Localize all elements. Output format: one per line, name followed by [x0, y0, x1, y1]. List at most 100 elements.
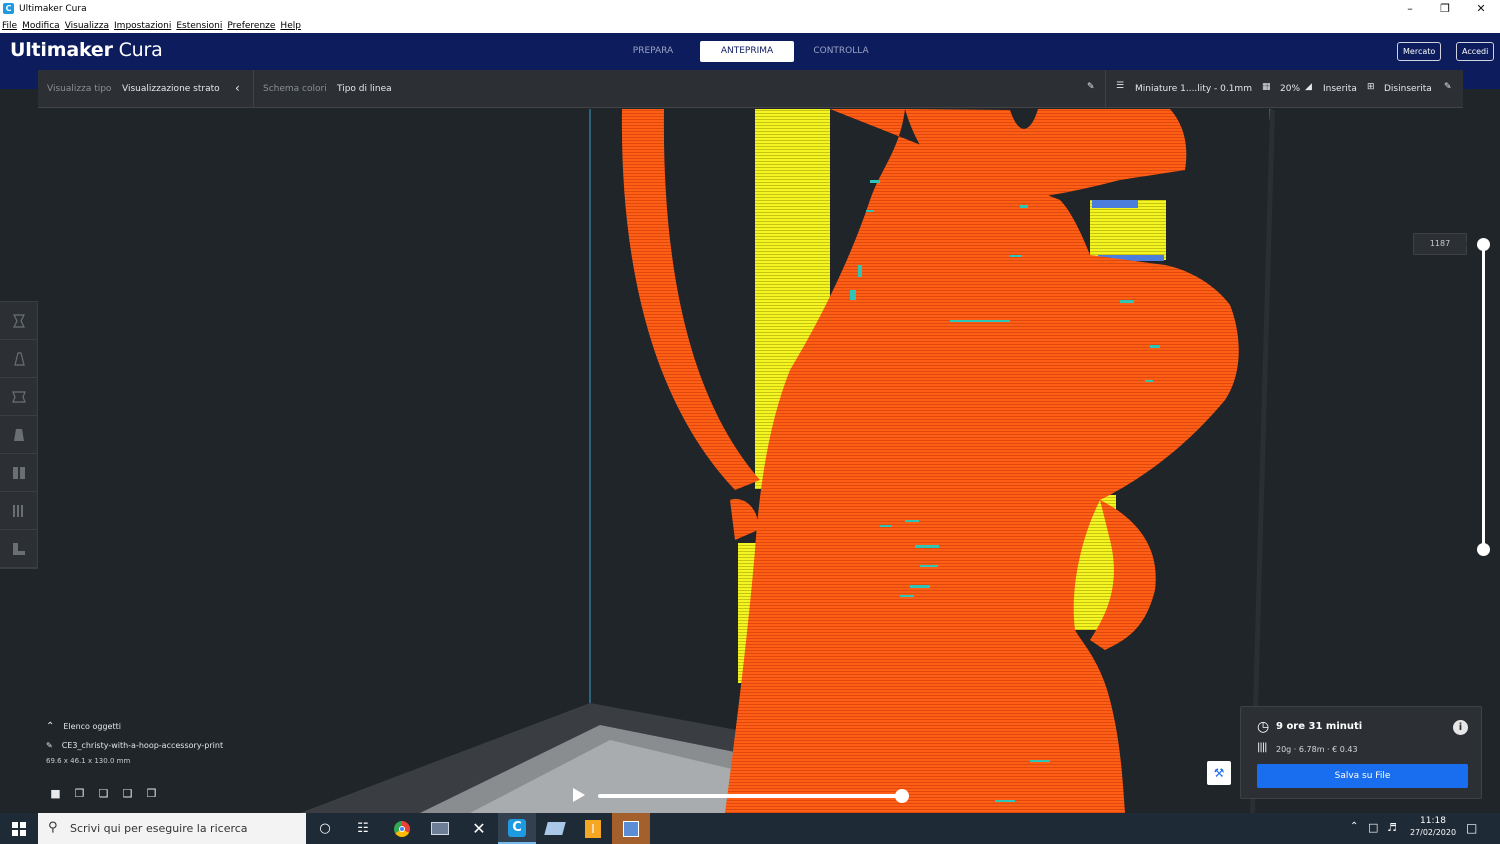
profile-icon: ☰ — [1116, 81, 1125, 91]
color-scheme-dropdown[interactable]: Tipo di linea — [337, 84, 392, 94]
tab-anteprima[interactable]: ANTEPRIMA — [700, 41, 794, 62]
cura-app-icon: C — [3, 3, 14, 14]
view-top-icon[interactable]: ❏ — [96, 786, 111, 801]
view-left-icon[interactable]: ❑ — [120, 786, 135, 801]
object-list: ⌃ Elenco oggetti ✎ CE3_christy-with-a-ho… — [46, 721, 223, 765]
mirror-tool-icon[interactable] — [0, 416, 37, 454]
clock-time: 11:18 — [1420, 816, 1446, 826]
object-dimensions: 69.6 x 46.1 x 130.0 mm — [46, 757, 131, 765]
windows-taskbar: ⚲ Scrivi qui per eseguire la ricerca ○ ☷… — [0, 813, 1500, 844]
minimize-button[interactable]: – — [1392, 0, 1428, 18]
play-icon[interactable] — [573, 788, 585, 802]
menu-bar: File Modifica Visualizza Impostazioni Es… — [0, 18, 1500, 33]
pencil-icon[interactable]: ✎ — [1444, 82, 1452, 92]
print-time: 9 ore 31 minuti — [1276, 721, 1363, 732]
object-name-row[interactable]: ✎ CE3_christy-with-a-hoop-accessory-prin… — [46, 741, 223, 750]
adhesion-value[interactable]: Disinserita — [1384, 84, 1432, 94]
object-name: CE3_christy-with-a-hoop-accessory-print — [61, 741, 224, 750]
support-icon: ◢ — [1305, 82, 1312, 92]
task-view-icon[interactable]: ☷ — [344, 813, 382, 844]
print-profile-label[interactable]: Miniature 1....lity - 0.1mm — [1135, 84, 1252, 94]
volume-icon[interactable]: ♬ — [1387, 821, 1397, 844]
view-front-icon[interactable]: ❐ — [72, 786, 87, 801]
view-type-label: Visualizza tipo — [47, 84, 112, 94]
path-slider-track[interactable] — [598, 794, 902, 798]
current-layer-label: 1187 — [1413, 233, 1468, 255]
ultimaker-cura-logo: Ultimaker Cura — [10, 39, 163, 61]
marketplace-button[interactable]: Mercato — [1397, 42, 1442, 61]
taskbar-clock[interactable]: 11:18 27/02/2020 — [1408, 813, 1458, 844]
cortana-icon[interactable]: ○ — [306, 813, 344, 844]
cura-taskbar-icon[interactable]: C — [498, 813, 536, 844]
layer-slider-bottom-handle[interactable] — [1477, 543, 1490, 556]
material-usage: 20g · 6.78m · € 0.43 — [1276, 745, 1358, 754]
adhesion-icon: ⊞ — [1367, 82, 1375, 92]
tray-chevron-icon[interactable]: ⌃ — [1350, 821, 1358, 844]
taskbar-search-box[interactable]: ⚲ Scrivi qui per eseguire la ricerca — [38, 813, 306, 844]
menu-modifica[interactable]: Modifica — [22, 21, 60, 31]
layer-view-viewport[interactable] — [0, 89, 1500, 813]
view-3d-icon[interactable]: ■ — [48, 786, 63, 801]
pencil-icon[interactable]: ✎ — [1087, 82, 1095, 92]
menu-visualizza[interactable]: Visualizza — [65, 21, 109, 31]
close-button[interactable]: ✕ — [1463, 0, 1499, 18]
custom-settings-icon[interactable]: ⚒ — [1207, 761, 1231, 785]
search-icon: ⚲ — [48, 820, 58, 835]
logo-thin: Cura — [112, 39, 163, 61]
window-titlebar: C Ultimaker Cura – ❐ ✕ — [0, 0, 1500, 18]
move-tool-icon[interactable] — [0, 302, 37, 340]
toolbar-divider — [253, 70, 254, 108]
logo-bold: Ultimaker — [10, 39, 113, 61]
save-to-file-button[interactable]: Salva su File — [1257, 764, 1468, 788]
object-list-header[interactable]: ⌃ Elenco oggetti — [46, 721, 223, 732]
layflat-tool-icon[interactable] — [0, 530, 37, 568]
info-icon[interactable]: i — [1453, 720, 1468, 735]
sliced-model-render — [300, 109, 1275, 813]
app-taskbar-icon-3[interactable]: I — [574, 813, 612, 844]
layer-slider-top-handle[interactable] — [1477, 238, 1490, 251]
app-taskbar-icon[interactable] — [421, 813, 459, 844]
infill-value[interactable]: 20% — [1280, 84, 1300, 94]
rotate-tool-icon[interactable] — [0, 378, 37, 416]
menu-preferenze[interactable]: Preferenze — [227, 21, 275, 31]
app-taskbar-icon-4[interactable] — [612, 813, 650, 844]
clock-date: 27/02/2020 — [1409, 828, 1457, 837]
signin-button[interactable]: Accedi — [1456, 42, 1495, 61]
tab-controlla[interactable]: CONTROLLA — [794, 41, 888, 62]
chevron-left-icon[interactable]: ‹ — [235, 81, 240, 95]
search-placeholder: Scrivi qui per eseguire la ricerca — [70, 822, 248, 835]
print-info-panel: ◷ 9 ore 31 minuti |||| 20g · 6.78m · € 0… — [1240, 706, 1482, 799]
object-list-title: Elenco oggetti — [63, 722, 121, 731]
stage-tabs: PREPARA ANTEPRIMA CONTROLLA — [606, 41, 888, 62]
menu-file[interactable]: File — [2, 21, 17, 31]
preview-toolbar: Visualizza tipo Visualizzazione strato ‹… — [38, 70, 1463, 108]
app-taskbar-icon-2[interactable] — [536, 813, 574, 844]
per-model-settings-icon[interactable] — [0, 454, 37, 492]
toolbar-divider — [1105, 70, 1106, 108]
notifications-icon[interactable]: □ — [1466, 821, 1477, 844]
pencil-icon[interactable]: ✎ — [46, 741, 53, 750]
network-icon[interactable]: □ — [1368, 821, 1378, 844]
view-type-dropdown[interactable]: Visualizzazione strato — [122, 84, 220, 94]
spool-icon: |||| — [1257, 742, 1268, 753]
scale-tool-icon[interactable] — [0, 340, 37, 378]
left-tool-panel — [0, 301, 38, 569]
tab-prepara[interactable]: PREPARA — [606, 41, 700, 62]
chrome-icon[interactable] — [383, 813, 421, 844]
restore-button[interactable]: ❐ — [1427, 0, 1463, 18]
view-orientation-buttons: ■ ❐ ❏ ❑ ❒ — [48, 786, 159, 801]
layer-slider-track[interactable] — [1482, 244, 1485, 550]
windows-start-icon[interactable] — [0, 813, 38, 844]
view-right-icon[interactable]: ❒ — [144, 786, 159, 801]
x-app-icon[interactable]: ✕ — [460, 813, 498, 844]
color-scheme-label: Schema colori — [263, 84, 327, 94]
support-blocker-icon[interactable] — [0, 492, 37, 530]
support-value[interactable]: Inserita — [1323, 84, 1357, 94]
infill-icon: ▦ — [1262, 82, 1271, 92]
menu-impostazioni[interactable]: Impostazioni — [114, 21, 171, 31]
clock-icon: ◷ — [1257, 719, 1270, 735]
menu-help[interactable]: Help — [280, 21, 301, 31]
path-slider-handle[interactable] — [895, 789, 909, 803]
chevron-up-icon[interactable]: ⌃ — [46, 721, 54, 732]
menu-estensioni[interactable]: Estensioni — [176, 21, 222, 31]
